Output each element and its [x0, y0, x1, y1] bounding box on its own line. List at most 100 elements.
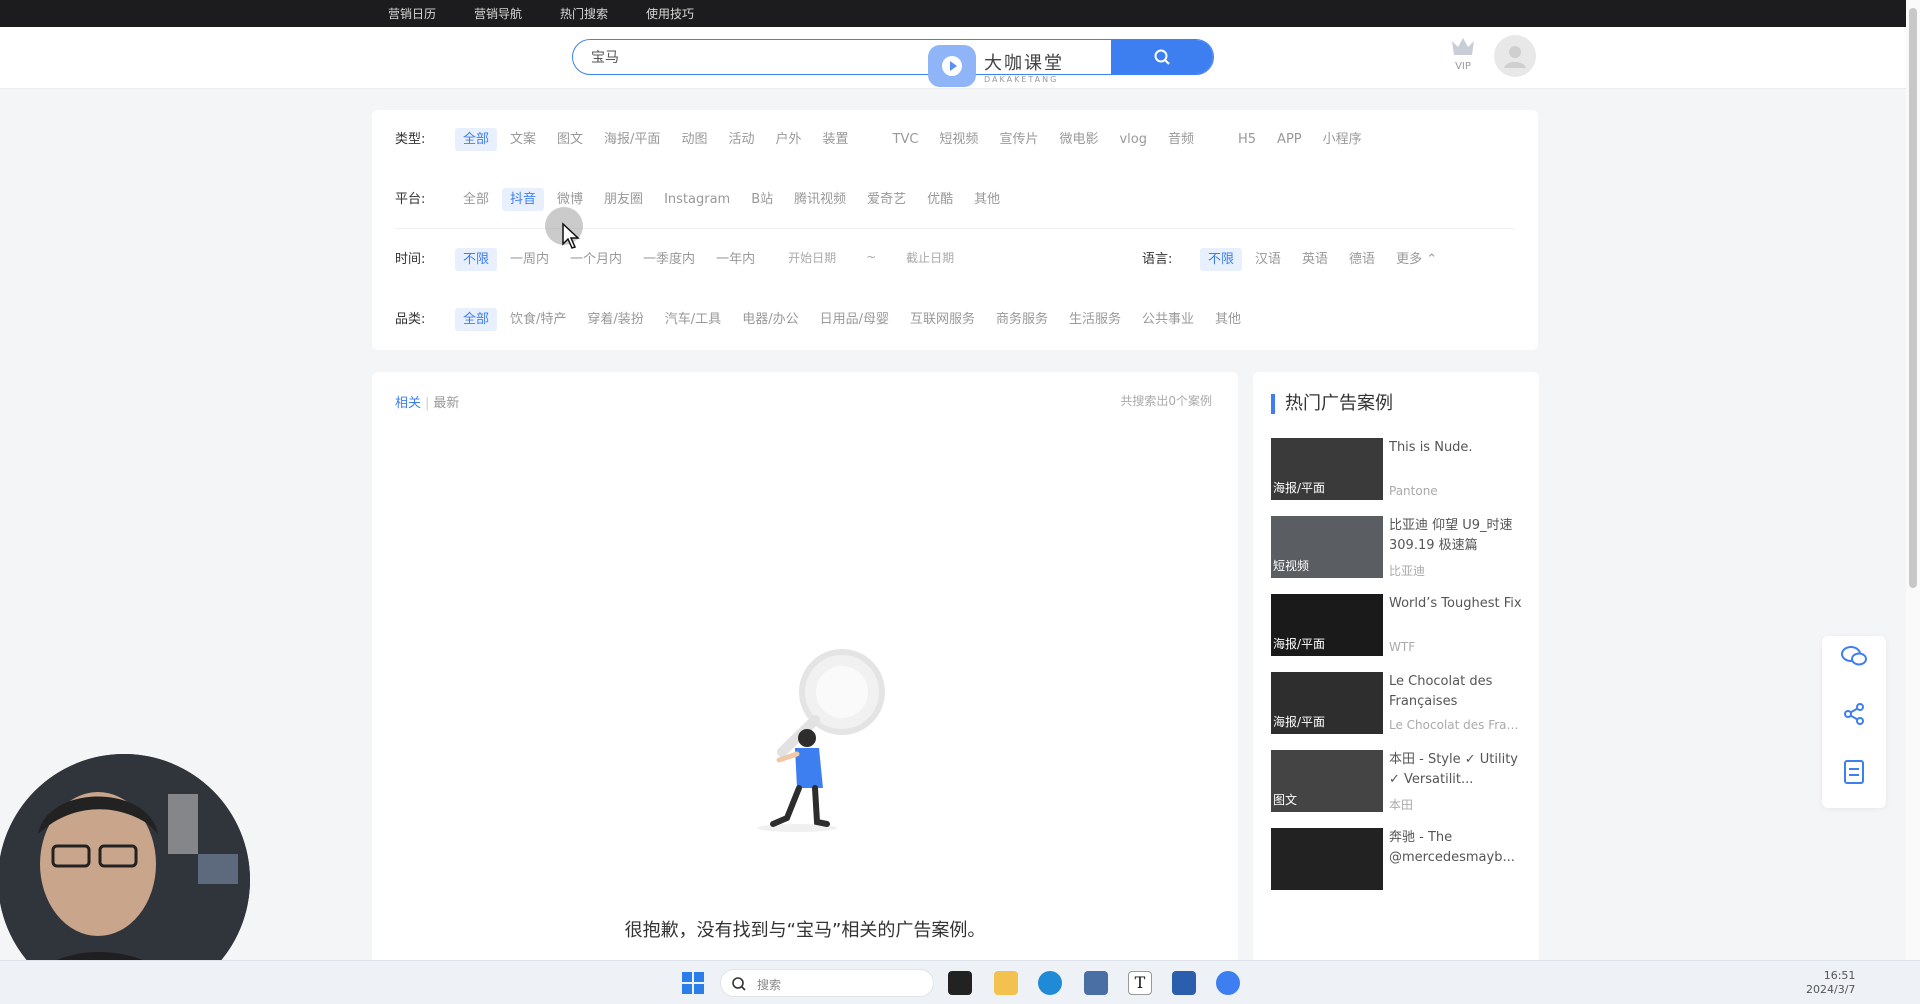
- text-editor-icon[interactable]: T: [1128, 971, 1152, 995]
- top-nav-item[interactable]: 热门搜索: [560, 5, 608, 22]
- filter-label: 品类:: [395, 311, 426, 327]
- filter-option-type[interactable]: 装置: [814, 128, 856, 151]
- filter-option-type[interactable]: 小程序: [1315, 128, 1370, 151]
- filter-option-category[interactable]: 其他: [1207, 308, 1249, 331]
- filter-option-type[interactable]: 海报/平面: [596, 128, 668, 151]
- tab-relevant[interactable]: 相关: [395, 396, 421, 411]
- ad-title[interactable]: 奔驰 - The @mercedesmayb...: [1389, 828, 1525, 868]
- ad-brand: 本田: [1389, 798, 1414, 812]
- hot-ad-card[interactable]: 奔驰 - The @mercedesmayb...: [1271, 828, 1525, 892]
- end-date-input[interactable]: 截止日期: [906, 249, 954, 266]
- start-date-input[interactable]: 开始日期: [788, 249, 836, 266]
- filter-option-category[interactable]: 电器/办公: [734, 308, 806, 331]
- filter-option-time[interactable]: 一个月内: [562, 248, 630, 271]
- filter-option-type[interactable]: 文案: [502, 128, 544, 151]
- ad-title[interactable]: 比亚迪 仰望 U9_时速309.19 极速篇: [1389, 516, 1525, 556]
- page-scrollbar[interactable]: [1906, 0, 1920, 960]
- filter-option-category[interactable]: 公共事业: [1134, 308, 1202, 331]
- filter-option-platform[interactable]: B站: [743, 188, 781, 211]
- watermark-sub: DAKAKETANG: [984, 74, 1059, 84]
- task-view-icon[interactable]: [948, 971, 972, 995]
- hot-ad-card[interactable]: 短视频 比亚迪 仰望 U9_时速309.19 极速篇 比亚迪: [1271, 516, 1525, 580]
- filter-option-language[interactable]: 汉语: [1247, 248, 1289, 271]
- top-nav-item[interactable]: 使用技巧: [646, 5, 694, 22]
- feedback-icon[interactable]: [1840, 758, 1868, 786]
- filter-option-category[interactable]: 日用品/母婴: [812, 308, 897, 331]
- filter-option-type[interactable]: 微电影: [1051, 128, 1106, 151]
- top-nav-item[interactable]: 营销导航: [474, 5, 522, 22]
- filter-option-platform[interactable]: 其他: [966, 188, 1008, 211]
- filter-option-category[interactable]: 生活服务: [1061, 308, 1129, 331]
- ad-title[interactable]: This is Nude.: [1389, 438, 1525, 458]
- user-avatar[interactable]: [1494, 35, 1536, 77]
- filter-option-time[interactable]: 不限: [455, 247, 498, 271]
- edge-browser-icon[interactable]: [1038, 971, 1062, 995]
- ad-thumbnail: 图文: [1271, 750, 1383, 812]
- filter-option-platform[interactable]: 优酷: [919, 188, 961, 211]
- filter-option-time[interactable]: 一年内: [708, 248, 763, 271]
- filter-row-type: 类型: 全部 文案 图文 海报/平面 动图 活动 户外 装置 TVC 短视频 宣传片 微电影 vlog 音…: [395, 122, 1375, 152]
- filter-option-type[interactable]: 宣传片: [991, 128, 1046, 151]
- filter-option-time[interactable]: 一周内: [502, 248, 557, 271]
- filter-option-type[interactable]: 短视频: [931, 128, 986, 151]
- filter-option-type[interactable]: APP: [1269, 128, 1310, 151]
- wechat-icon[interactable]: [1840, 642, 1868, 670]
- search-button[interactable]: [1111, 40, 1213, 74]
- taskbar-search[interactable]: 搜索: [720, 969, 934, 997]
- scrollbar-thumb[interactable]: [1909, 8, 1917, 588]
- empty-message: 很抱歉，没有找到与“宝马”相关的广告案例。: [624, 920, 986, 941]
- filter-option-type[interactable]: 音频: [1160, 128, 1202, 151]
- mouse-cursor-icon: [562, 222, 580, 249]
- file-explorer-icon[interactable]: [994, 971, 1018, 995]
- system-clock[interactable]: 16:51 2024/3/7: [1806, 969, 1855, 997]
- filter-option-platform[interactable]: Instagram: [656, 188, 738, 211]
- top-nav-item[interactable]: 营销日历: [388, 5, 436, 22]
- filter-option-language[interactable]: 英语: [1294, 248, 1336, 271]
- filter-label: 语言:: [1142, 251, 1173, 267]
- filter-option-platform[interactable]: 抖音: [502, 187, 545, 211]
- filter-option-platform[interactable]: 腾讯视频: [786, 188, 854, 211]
- notes-icon[interactable]: [1172, 971, 1196, 995]
- tab-latest[interactable]: 最新: [433, 396, 459, 411]
- ad-title[interactable]: 本田 - Style ✓ Utility ✓ Versatilit...: [1389, 750, 1525, 790]
- more-languages-button[interactable]: 更多 ⌃: [1388, 244, 1445, 271]
- ad-type-tag: 海报/平面: [1273, 481, 1326, 495]
- hot-ad-card[interactable]: 图文 本田 - Style ✓ Utility ✓ Versatilit... 本田: [1271, 750, 1525, 814]
- hot-ad-card[interactable]: 海报/平面 World’s Toughest Fix WTF: [1271, 594, 1525, 658]
- filter-option-type[interactable]: H5: [1230, 128, 1264, 151]
- filter-option-language[interactable]: 不限: [1200, 247, 1243, 271]
- filter-option-platform[interactable]: 全部: [455, 188, 497, 211]
- filter-option-category[interactable]: 互联网服务: [902, 308, 983, 331]
- filter-option-type[interactable]: TVC: [885, 128, 927, 151]
- vip-button[interactable]: VIP: [1448, 35, 1478, 72]
- filter-option-category[interactable]: 商务服务: [988, 308, 1056, 331]
- filter-option-type[interactable]: 全部: [455, 127, 498, 151]
- filter-option-type[interactable]: 活动: [720, 128, 762, 151]
- filter-option-category[interactable]: 汽车/工具: [657, 308, 729, 331]
- user-icon: [1504, 46, 1526, 68]
- filter-option-category[interactable]: 饮食/特产: [502, 308, 574, 331]
- hot-ad-card[interactable]: 海报/平面 Le Chocolat des Françaises Le Chocol…: [1271, 672, 1525, 736]
- windows-start-icon[interactable]: [682, 972, 704, 994]
- filter-option-platform[interactable]: 爱奇艺: [859, 188, 914, 211]
- ad-thumbnail: [1271, 828, 1383, 890]
- share-icon[interactable]: [1840, 700, 1868, 728]
- hot-ad-card[interactable]: 海报/平面 This is Nude. Pantone: [1271, 438, 1525, 502]
- filter-option-category[interactable]: 全部: [455, 307, 498, 331]
- filter-option-platform[interactable]: 朋友圈: [596, 188, 651, 211]
- filter-option-language[interactable]: 德语: [1341, 248, 1383, 271]
- filter-option-type[interactable]: 户外: [767, 128, 809, 151]
- filter-option-type[interactable]: vlog: [1111, 128, 1155, 151]
- app-icon[interactable]: [1216, 971, 1240, 995]
- filter-option-time[interactable]: 一季度内: [635, 248, 703, 271]
- top-nav: 营销日历 营销导航 热门搜索 使用技巧: [388, 0, 694, 27]
- ad-thumbnail: 海报/平面: [1271, 594, 1383, 656]
- ad-title[interactable]: Le Chocolat des Françaises: [1389, 672, 1525, 712]
- filter-label: 平台:: [395, 191, 426, 207]
- filter-option-type[interactable]: 图文: [549, 128, 591, 151]
- filter-label: 时间:: [395, 251, 426, 267]
- filter-option-type[interactable]: 动图: [673, 128, 715, 151]
- ad-title[interactable]: World’s Toughest Fix: [1389, 594, 1525, 614]
- store-icon[interactable]: [1084, 971, 1108, 995]
- filter-option-category[interactable]: 穿着/装扮: [579, 308, 651, 331]
